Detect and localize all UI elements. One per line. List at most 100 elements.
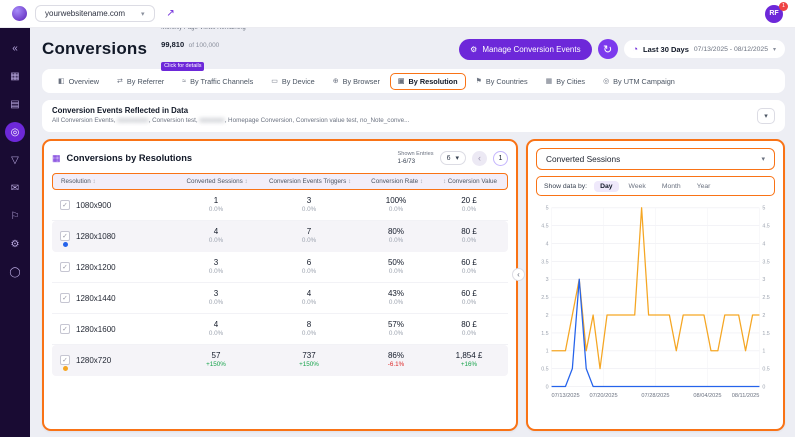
- account-icon: ◯: [9, 266, 21, 278]
- tab-by-device[interactable]: ▭ By Device: [263, 73, 322, 90]
- resolution-label: 1080x900: [76, 200, 112, 210]
- rate-delta: 0.0%: [388, 330, 404, 338]
- period-week[interactable]: Week: [623, 181, 652, 192]
- value-cell: 80 £ 0.0%: [432, 320, 506, 339]
- page-title: Conversions: [42, 39, 148, 58]
- manage-button-label: Manage Conversion Events: [482, 44, 581, 54]
- tab-by-browser[interactable]: ⊕ By Browser: [325, 73, 388, 90]
- svg-text:3.5: 3.5: [762, 259, 769, 265]
- content-row: ▦ Conversions by Resolutions Shown Entri…: [42, 139, 785, 431]
- events-description: All Conversion Events, xxxxxxxxxx, Conve…: [52, 117, 409, 126]
- date-range-selector[interactable]: ◔ Last 30 Days 07/13/2025 - 08/12/2025 ▾: [623, 40, 785, 58]
- sessions-cell: 3 0.0%: [174, 289, 258, 308]
- column-header-conversion-events-triggers[interactable]: Conversion Events Triggers ↕: [259, 178, 361, 185]
- open-site-button[interactable]: ↗: [163, 6, 179, 22]
- sort-icon: ↕: [244, 179, 248, 185]
- sessions-cell: 3 0.0%: [174, 258, 258, 277]
- column-header-resolution[interactable]: Resolution ↕: [53, 178, 175, 185]
- tab-label: By Traffic Channels: [190, 76, 254, 86]
- row-checkbox[interactable]: ✓: [60, 355, 70, 371]
- table-row-1280x720[interactable]: ✓ 1280x720 57 +150% 737 +150% 86% -6.1% …: [52, 345, 508, 376]
- tab-by-resolution[interactable]: ▣ By Resolution: [389, 72, 466, 90]
- svg-text:1: 1: [546, 349, 549, 355]
- pagination-current-page[interactable]: 1: [493, 150, 508, 166]
- column-header-converted-sessions[interactable]: Converted Sessions ↕: [175, 178, 259, 185]
- sessions-value: 4: [213, 226, 219, 236]
- utm-icon: ◎: [603, 78, 610, 85]
- dashboard-icon: ▦: [10, 70, 20, 82]
- resolution-label: 1280x1080: [76, 231, 116, 241]
- refresh-button[interactable]: ↻: [597, 39, 618, 59]
- row-checkbox[interactable]: ✓: [60, 200, 70, 210]
- tab-label: By Browser: [342, 76, 380, 86]
- rate-cell: 43% 0.0%: [360, 289, 432, 308]
- triggers-value: 4: [306, 288, 312, 298]
- table-row-1280x1600[interactable]: ✓ 1280x1600 4 0.0% 8 0.0% 57% 0.0% 80 £ …: [52, 314, 508, 345]
- rate-cell: 86% -6.1%: [360, 351, 432, 370]
- chevron-down-icon: ▾: [455, 155, 459, 162]
- header-actions: ⚙ Manage Conversion Events ↻ ◔ Last 30 D…: [459, 38, 785, 60]
- cities-icon: ▦: [545, 78, 553, 85]
- sidebar-item-feedback[interactable]: ✉: [5, 178, 25, 198]
- tab-overview[interactable]: ◧ Overview: [50, 73, 107, 90]
- row-checkbox[interactable]: ✓: [60, 293, 70, 303]
- triggers-value: 6: [306, 257, 312, 267]
- pagination-prev-button[interactable]: ‹: [472, 150, 487, 166]
- value-value: 60 £: [461, 288, 477, 298]
- tab-by-referrer[interactable]: ⇄ By Referrer: [109, 73, 172, 90]
- event-names-text: , Conversion test,: [148, 117, 200, 125]
- page-views-remaining: Monthly Page Views Remaining 99,810 of 1…: [161, 25, 246, 73]
- site-selector-dropdown[interactable]: yourwebsitename.com ▾: [35, 5, 155, 22]
- click-for-details-link[interactable]: Click for details: [161, 61, 205, 71]
- resolution-cell: ✓ 1280x1200: [52, 262, 174, 272]
- rate-delta: -6.1%: [387, 361, 405, 369]
- sidebar-item-privacy[interactable]: ⚐: [5, 206, 25, 226]
- value-delta: 0.0%: [461, 299, 477, 307]
- svg-text:4.5: 4.5: [762, 224, 769, 230]
- sidebar: « ▦ ▤ ◎ ▽ ✉ ⚐ ⚙ ◯: [0, 28, 30, 437]
- row-checkbox[interactable]: ✓: [60, 262, 70, 272]
- svg-text:2: 2: [762, 313, 765, 319]
- column-header-conversion-value[interactable]: ↕ Conversion Value: [433, 178, 507, 185]
- sidebar-item-funnels[interactable]: ▽: [5, 150, 25, 170]
- page-views-used: 99,810: [161, 39, 185, 49]
- period-year[interactable]: Year: [691, 181, 717, 192]
- sidebar-item-collapse-sidebar[interactable]: «: [5, 38, 25, 58]
- sidebar-item-dashboard[interactable]: ▦: [5, 66, 25, 86]
- table-row-1280x1080[interactable]: ✓ 1280x1080 4 0.0% 7 0.0% 80% 0.0% 80 £ …: [52, 221, 508, 252]
- metric-selector-dropdown[interactable]: Converted Sessions ▾: [536, 148, 775, 170]
- row-checkbox[interactable]: ✓: [60, 231, 70, 247]
- manage-conversion-events-button[interactable]: ⚙ Manage Conversion Events: [459, 38, 592, 60]
- triggers-cell: 7 0.0%: [258, 227, 360, 246]
- rate-value: 50%: [387, 257, 404, 267]
- avatar[interactable]: RF 1: [765, 1, 788, 23]
- period-month[interactable]: Month: [656, 181, 687, 192]
- collapse-panel-handle[interactable]: ‹: [512, 267, 525, 281]
- svg-text:1.5: 1.5: [762, 331, 769, 337]
- referrer-icon: ⇄: [117, 78, 123, 85]
- tab-by-cities[interactable]: ▦ By Cities: [538, 73, 593, 90]
- table-row-1280x1200[interactable]: ✓ 1280x1200 3 0.0% 6 0.0% 50% 0.0% 60 £ …: [52, 252, 508, 283]
- table-row-1080x900[interactable]: ✓ 1080x900 1 0.0% 3 0.0% 100% 0.0% 20 £ …: [52, 190, 508, 221]
- tab-by-countries[interactable]: ⚑ By Countries: [468, 73, 536, 90]
- triggers-delta: 0.0%: [301, 206, 317, 214]
- tab-by-traffic-channels[interactable]: ≈ By Traffic Channels: [174, 73, 261, 90]
- sort-icon: ↕: [443, 179, 446, 185]
- value-delta: 0.0%: [461, 237, 477, 245]
- sidebar-item-settings[interactable]: ⚙: [5, 234, 25, 254]
- rate-cell: 50% 0.0%: [360, 258, 432, 277]
- page-size-select[interactable]: 6 ▾: [439, 151, 466, 165]
- row-checkbox[interactable]: ✓: [60, 324, 70, 334]
- sidebar-item-conversions[interactable]: ◎: [5, 122, 25, 142]
- conversions-icon: ◎: [10, 126, 20, 138]
- sidebar-item-account[interactable]: ◯: [5, 262, 25, 282]
- column-header-conversion-rate[interactable]: Conversion Rate ↕: [361, 178, 433, 185]
- traffic-icon: ≈: [182, 77, 187, 85]
- page-size-value: 6: [446, 154, 451, 162]
- table-row-1280x1440[interactable]: ✓ 1280x1440 3 0.0% 4 0.0% 43% 0.0% 60 £ …: [52, 283, 508, 314]
- tab-by-utm-campaign[interactable]: ◎ By UTM Campaign: [595, 73, 683, 90]
- sidebar-item-reports[interactable]: ▤: [5, 94, 25, 114]
- period-day[interactable]: Day: [594, 180, 619, 192]
- triggers-value: 7: [306, 226, 312, 236]
- expand-events-button[interactable]: ▾: [757, 108, 775, 124]
